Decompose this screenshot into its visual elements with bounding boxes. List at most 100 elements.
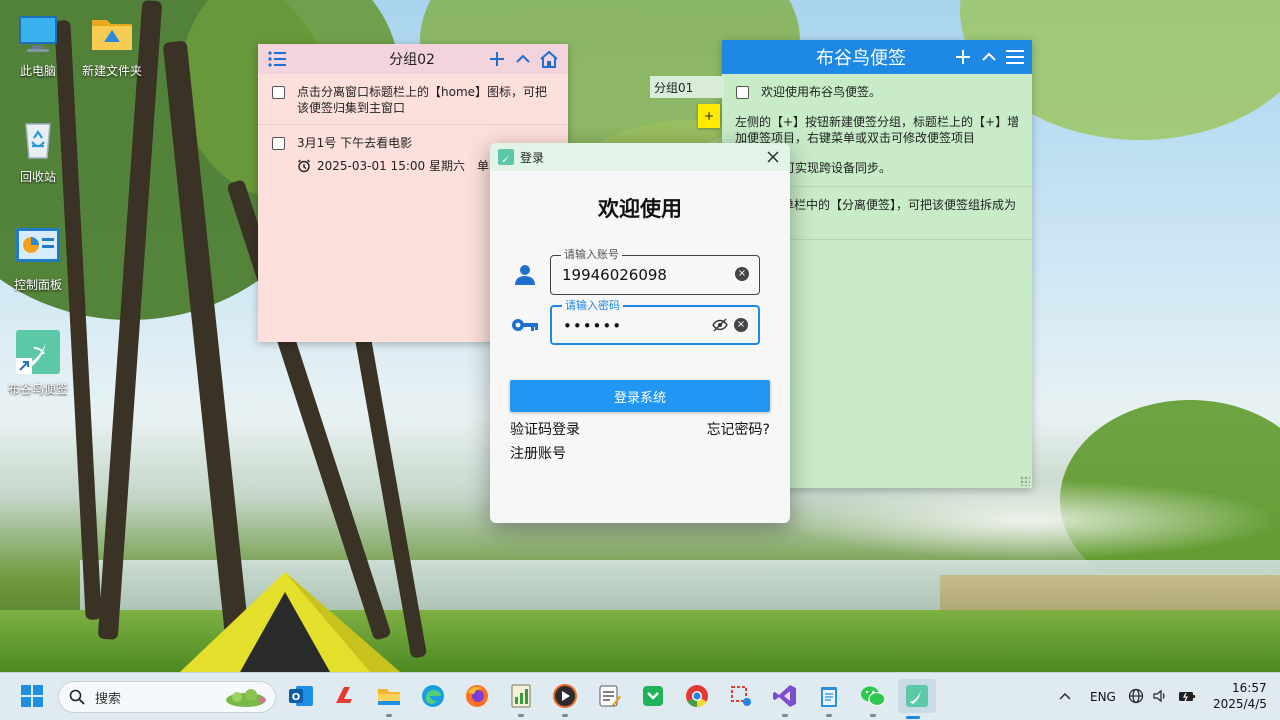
taskbar-app-file-explorer[interactable] [374, 681, 404, 717]
account-row: 请输入账号 19946026098 × [510, 248, 780, 295]
desktop-icon-label: 此电脑 [19, 64, 56, 78]
home-icon [540, 50, 558, 68]
main-titlebar: 布谷鸟便签 [722, 40, 1032, 74]
account-label: 请输入账号 [561, 248, 622, 262]
reminder-datetime: 2025-03-01 15:00 星期六 [317, 159, 465, 173]
add-note-button[interactable] [950, 44, 976, 70]
taskbar-app-notepad[interactable] [814, 681, 844, 717]
visual-studio-icon [773, 685, 796, 707]
clock-time[interactable]: 16:57 [1232, 681, 1267, 695]
note-line: 左侧的【+】按钮新建便签分组，标题栏上的【+】增加便签项目，右键菜单或双击可修改… [735, 115, 1020, 145]
login-submit-button[interactable]: 登录系统 [510, 380, 770, 412]
wps-icon [336, 687, 352, 703]
account-field[interactable]: 请输入账号 19946026098 × [550, 248, 760, 295]
group-tab-group01[interactable]: 分组01 [650, 76, 724, 98]
collapse-button[interactable] [510, 46, 536, 72]
clear-icon[interactable]: × [735, 267, 749, 281]
desktop-icon-new-folder[interactable]: 新建文件夹 [74, 10, 150, 79]
note-item-checkbox[interactable] [272, 137, 285, 150]
password-label: 请输入密码 [562, 299, 623, 313]
chevron-up-icon [982, 52, 996, 61]
svg-text:O: O [292, 692, 301, 703]
taskbar-app-visual-studio[interactable] [770, 681, 800, 717]
password-row: 请输入密码 •••••• × [510, 299, 780, 345]
app-title: 布谷鸟便签 [816, 48, 906, 69]
desktop-icon-cuckoo-notes[interactable]: 布谷鸟便签 [0, 328, 76, 397]
network-button[interactable] [1126, 681, 1146, 711]
sms-login-link[interactable]: 验证码登录 [510, 419, 580, 439]
note-title: 分组02 [389, 52, 435, 68]
note-item[interactable]: 点击分离窗口标题栏上的【home】图标，可把该便签归集到主窗口 [258, 74, 568, 125]
desktop-icon-recycle-bin[interactable]: 回收站 [0, 116, 76, 185]
media-player-icon [553, 684, 577, 708]
taskbar-app-spreadsheet[interactable] [506, 681, 536, 717]
taskbar-app-chrome[interactable] [682, 681, 712, 711]
volume-button[interactable] [1150, 681, 1170, 711]
close-button[interactable] [762, 146, 784, 168]
login-heading: 欢迎使用 [598, 197, 682, 221]
taskbar-app-green[interactable] [638, 681, 668, 711]
taskbar-app-snip[interactable] [726, 681, 756, 711]
register-link[interactable]: 注册账号 [510, 443, 566, 463]
desktop-icon-label: 新建文件夹 [81, 64, 142, 78]
taskbar-app-cuckoo-notes[interactable] [898, 679, 936, 719]
resize-grip[interactable] [1020, 476, 1030, 486]
account-value: 19946026098 [562, 266, 667, 284]
control-panel-icon [16, 228, 60, 262]
plus-icon [956, 50, 970, 64]
taskbar-app-edge[interactable] [418, 681, 448, 711]
hamburger-menu-button[interactable] [1002, 44, 1028, 70]
taskbar-app-firefox[interactable] [462, 681, 492, 711]
chevron-up-icon [516, 54, 530, 63]
alarm-clock-icon [298, 159, 310, 172]
eye-off-icon[interactable] [712, 317, 728, 333]
folder-icon [92, 20, 132, 50]
outlook-icon: O [289, 686, 313, 706]
taskbar-app-notes[interactable] [594, 681, 624, 711]
desktop-icon-this-pc[interactable]: 此电脑 [0, 10, 76, 79]
reminder-extra: 单 [476, 159, 489, 173]
desktop-icon-label: 控制面板 [13, 278, 62, 292]
home-button[interactable] [536, 46, 562, 72]
forgot-password-link[interactable]: 忘记密码? [707, 419, 770, 439]
taskbar-app-media-player[interactable] [550, 681, 580, 717]
menu-list-button[interactable] [264, 46, 290, 72]
hamburger-icon [1006, 50, 1024, 64]
note-item-text: 欢迎使用布谷鸟便签。 左侧的【+】按钮新建便签分组，标题栏上的【+】增加便签项目… [735, 84, 1020, 176]
taskbar-app-outlook[interactable]: O [286, 681, 316, 711]
desktop-icon-control-panel[interactable]: 控制面板 [0, 224, 76, 293]
firefox-icon [466, 685, 488, 707]
user-icon [510, 260, 540, 290]
file-explorer-icon [378, 689, 400, 705]
desktop-icon-label: 布谷鸟便签 [7, 382, 68, 396]
add-note-button[interactable] [484, 46, 510, 72]
notes-icon [599, 685, 621, 707]
note-item-checkbox[interactable] [736, 86, 749, 99]
search-highlight-icon [226, 689, 266, 707]
note-item-text: 3月1号 下午去看电影 [297, 136, 413, 150]
search-icon [69, 689, 85, 705]
collapse-button[interactable] [976, 44, 1002, 70]
input-language[interactable]: ENG [1090, 690, 1116, 704]
battery-button[interactable] [1176, 681, 1198, 711]
taskbar-app-wechat[interactable] [858, 681, 888, 717]
list-menu-icon [268, 51, 286, 67]
taskbar-app-wps[interactable] [330, 681, 360, 711]
note-item-checkbox[interactable] [272, 86, 285, 99]
spreadsheet-icon [511, 684, 531, 708]
taskbar-search[interactable]: 搜索 [58, 681, 276, 713]
start-button[interactable] [17, 681, 47, 711]
reminder-row: 2025-03-01 15:00 星期六 单 [297, 157, 489, 174]
close-icon [767, 151, 779, 163]
add-group-button[interactable]: + [698, 104, 720, 128]
login-titlebar: 登录 [490, 143, 790, 171]
recycle-bin-icon [25, 123, 51, 159]
wechat-icon [861, 686, 886, 707]
note-item-text: 点击分离窗口标题栏上的【home】图标，可把该便签归集到主窗口 [297, 85, 548, 115]
globe-icon [1128, 688, 1144, 704]
password-field[interactable]: 请输入密码 •••••• × [550, 299, 760, 345]
snip-tool-icon [731, 686, 751, 706]
clock-date[interactable]: 2025/4/5 [1213, 697, 1267, 711]
show-hidden-icons-button[interactable] [1050, 681, 1080, 711]
clear-icon[interactable]: × [734, 318, 748, 332]
